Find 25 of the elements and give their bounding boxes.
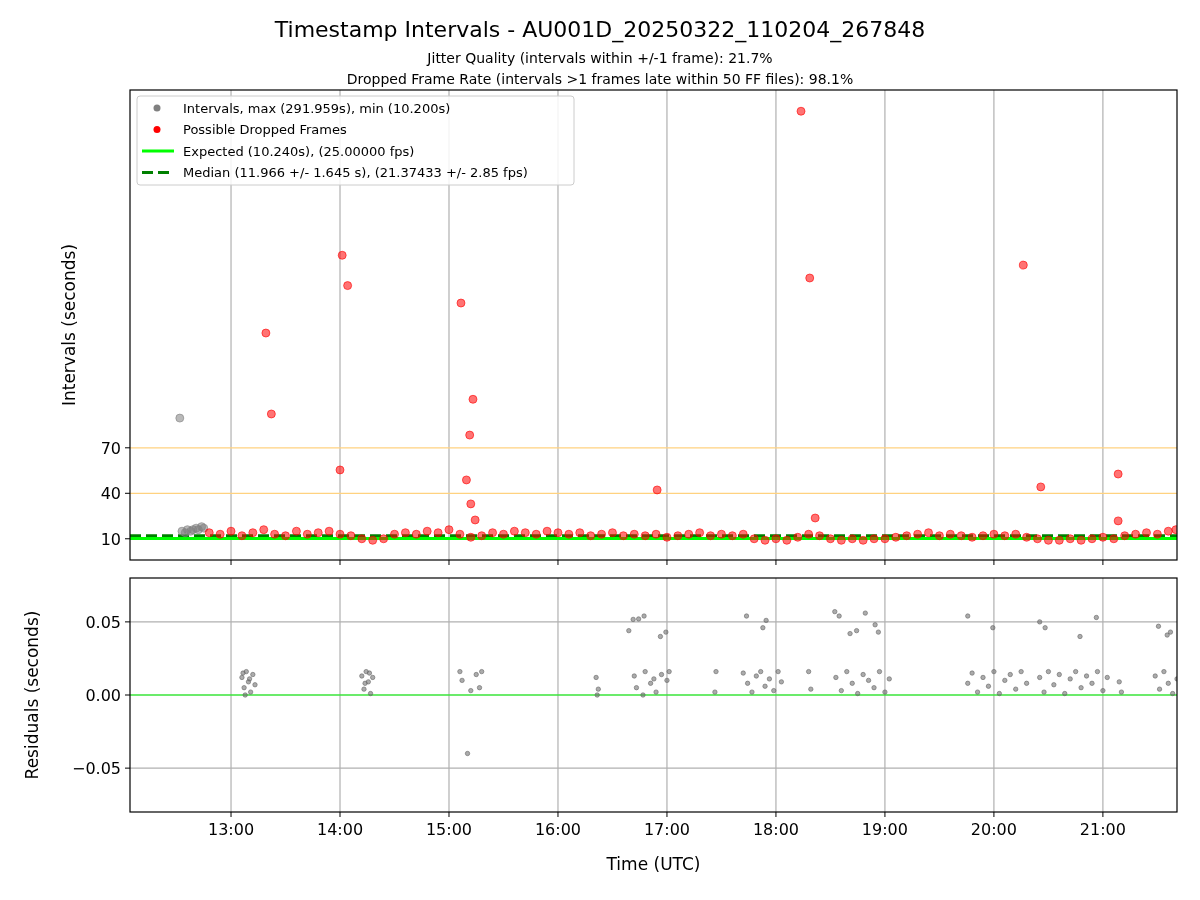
tick-label: −0.05 <box>71 759 121 779</box>
tick-label: 19:00 <box>861 820 908 839</box>
tick-label: 15:00 <box>425 820 473 839</box>
chart-subtitle: Dropped Frame Rate (intervals >1 frames late within 50 FF files): 98.1% <box>346 71 854 87</box>
tick-label: 18:00 <box>752 820 799 839</box>
chart-subtitle: Jitter Quality (intervals within +/-1 frame): 21.7% <box>427 50 773 66</box>
tick-label: 14:00 <box>316 820 364 839</box>
tick-label: 20:00 <box>970 820 1017 839</box>
legend-label: Possible Dropped Frames <box>183 122 347 137</box>
tick-label: 70 <box>100 438 121 458</box>
tick-label: 10 <box>100 529 121 549</box>
axis-label: Intervals (seconds) <box>59 243 79 407</box>
tick-label: 21:00 <box>1079 820 1126 839</box>
chart-title: Timestamp Intervals - AU001D_20250322_110204_267848 <box>274 17 926 42</box>
tick-label: 0.00 <box>85 686 121 705</box>
legend-label: Median (11.966 +/- 1.645 s), (21.37433 +/- 2.85 fps) <box>183 165 528 180</box>
tick-label: 40 <box>100 484 121 504</box>
legend-label: Expected (10.240s), (25.00000 fps) <box>183 143 415 159</box>
legend-label: Intervals, max (291.959s), min (10.200s) <box>183 100 451 116</box>
tick-label: 0.05 <box>85 612 121 632</box>
axis-label: Residuals (seconds) <box>22 610 42 780</box>
tick-label: 17:00 <box>643 820 690 839</box>
tick-label: 16:00 <box>534 820 582 839</box>
tick-label: 13:00 <box>207 820 255 839</box>
axis-label: Time (UTC) <box>606 854 701 874</box>
